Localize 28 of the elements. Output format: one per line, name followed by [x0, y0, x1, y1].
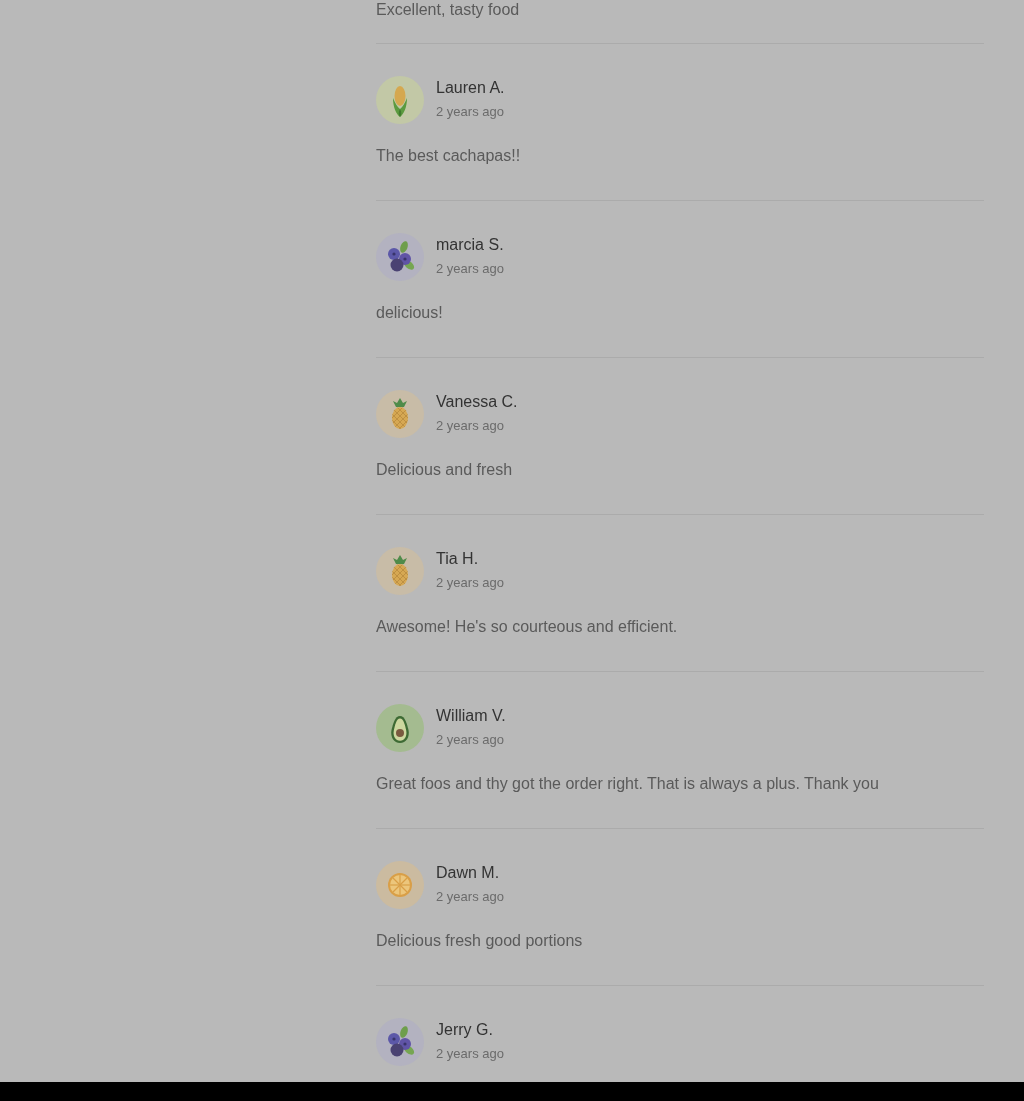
review-text: delicious!: [376, 303, 443, 323]
blueberries-icon: [376, 1018, 424, 1066]
citrus-slice-icon: [376, 861, 424, 909]
reviewer-name: marcia S.: [436, 235, 504, 255]
review-time: 2 years ago: [436, 888, 504, 906]
review-time: 2 years ago: [436, 103, 504, 121]
review-text: Awesome! He's so courteous and efficient.: [376, 617, 678, 637]
reviewer-name: Lauren A.: [436, 78, 505, 98]
review-text: Delicious fresh good portions: [376, 931, 583, 951]
reviewer-name: William V.: [436, 706, 506, 726]
review-time: 2 years ago: [436, 417, 504, 435]
review-text: Great foos and thy got the order right. That is always a plus. Thank you: [376, 774, 879, 794]
review-time: 2 years ago: [436, 731, 504, 749]
review-text: Excellent, tasty food: [376, 0, 520, 20]
avocado-icon: [376, 704, 424, 752]
reviewer-name: Jerry G.: [436, 1020, 493, 1040]
pineapple-icon: [376, 390, 424, 438]
review-time: 2 years ago: [436, 574, 504, 592]
review-text: The best cachapas!!: [376, 146, 521, 166]
reviewer-name: Tia H.: [436, 549, 479, 569]
pineapple-icon: [376, 547, 424, 595]
review-time: 2 years ago: [436, 260, 504, 278]
blueberries-icon: [376, 233, 424, 281]
review-time: 2 years ago: [436, 1045, 504, 1063]
reviewer-name: Dawn M.: [436, 863, 500, 883]
corn-icon: [376, 76, 424, 124]
reviewer-name: Vanessa C.: [436, 392, 518, 412]
review-text: Delicious and fresh: [376, 460, 513, 480]
